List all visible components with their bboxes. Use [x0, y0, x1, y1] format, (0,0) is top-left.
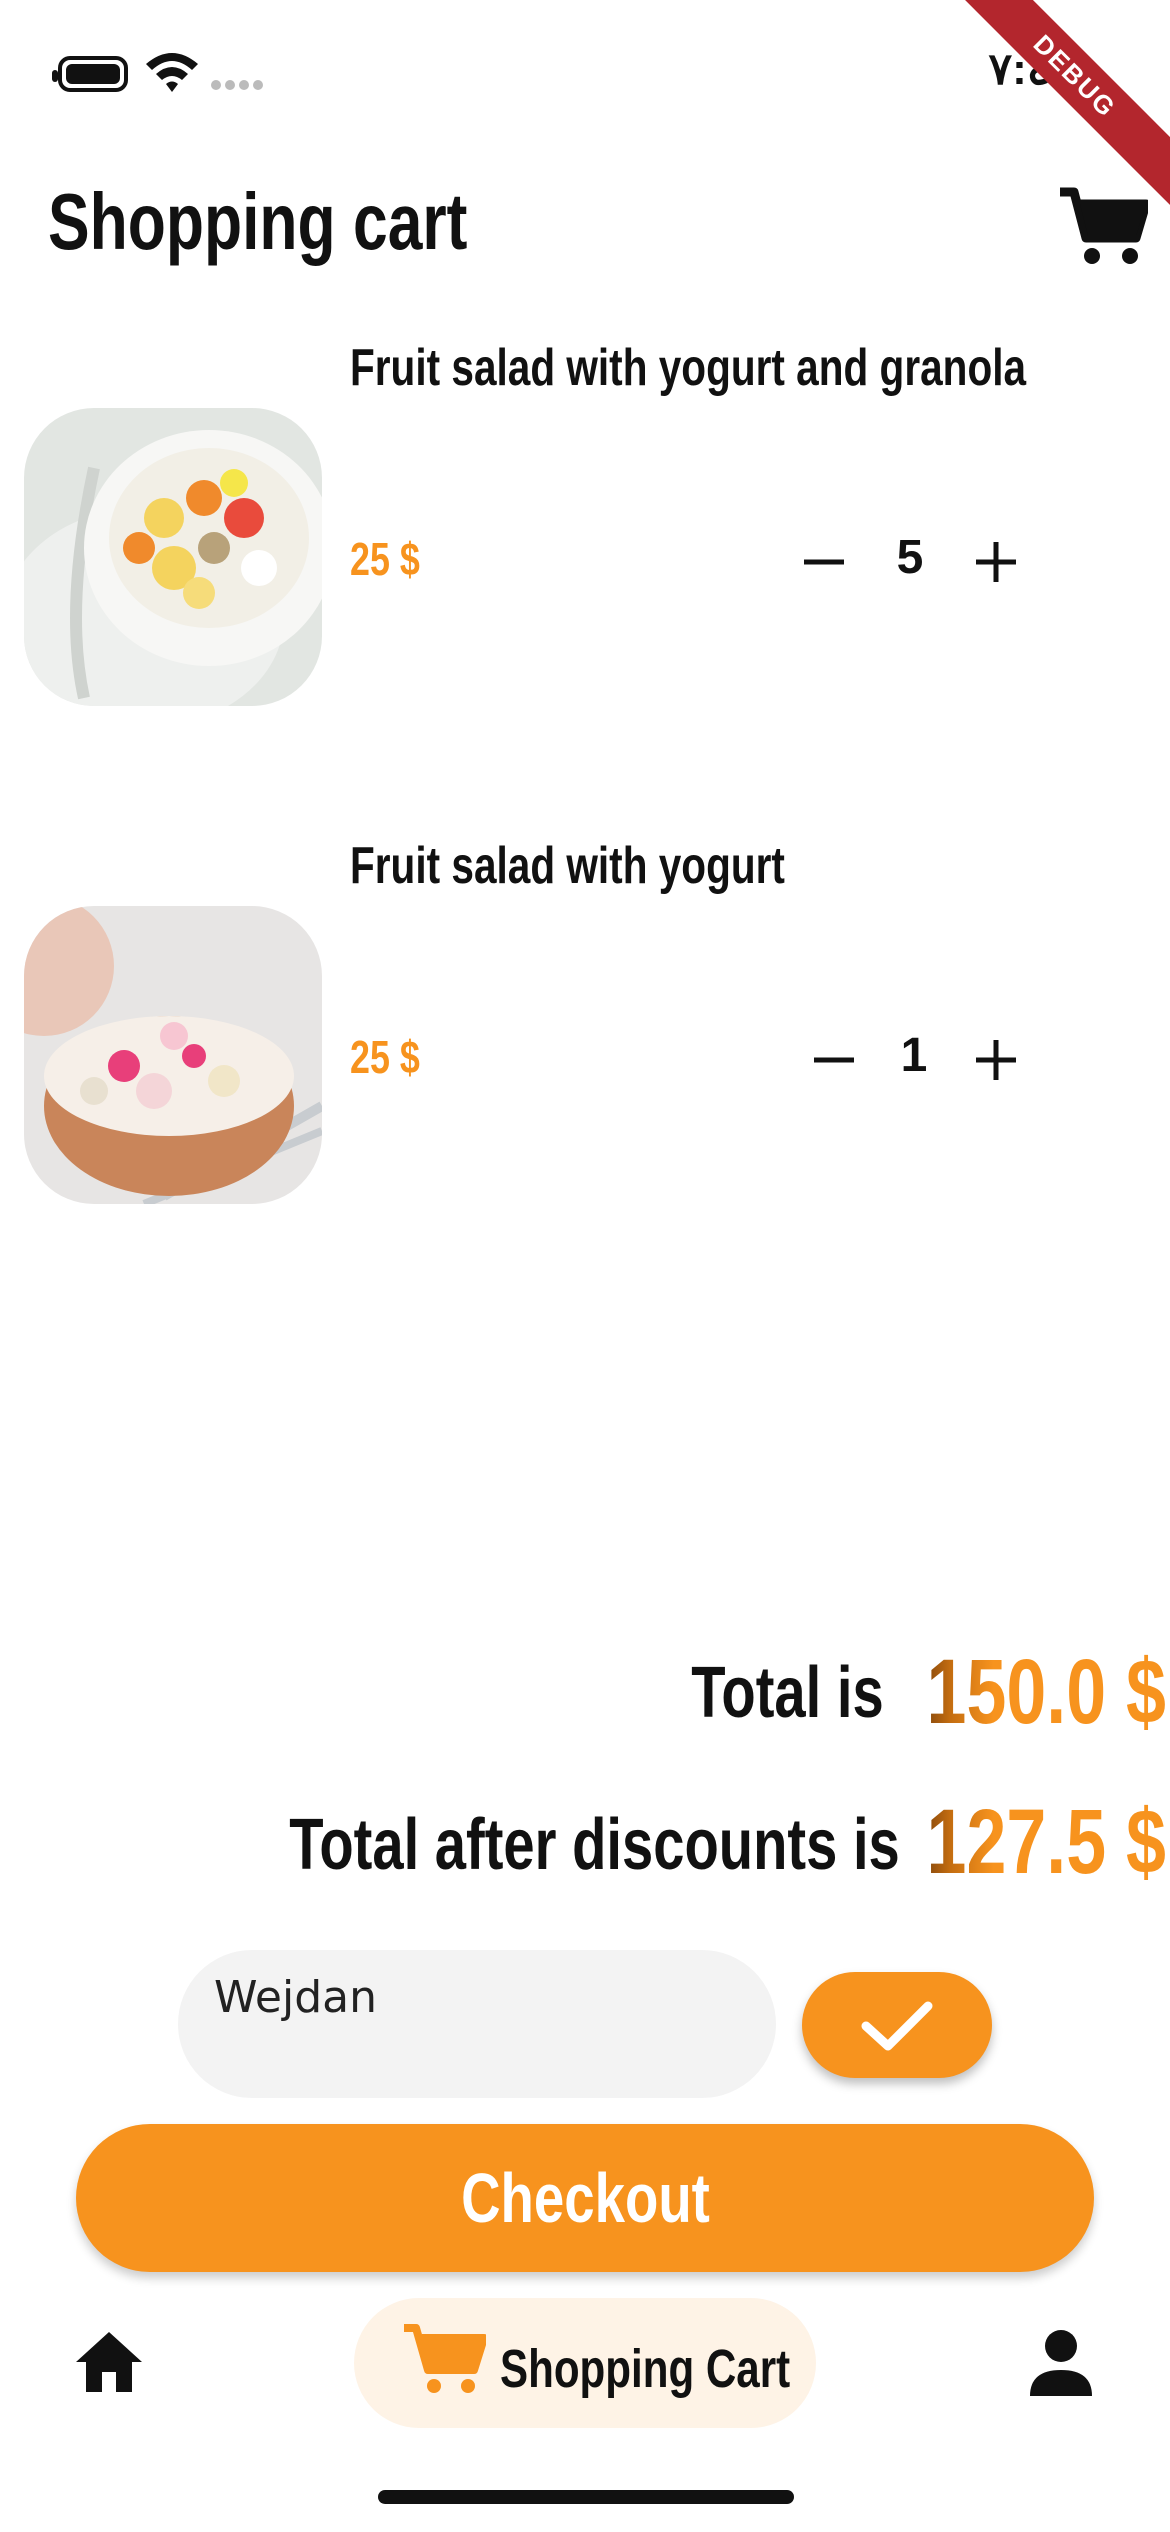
- home-icon[interactable]: [74, 2330, 144, 2394]
- check-icon: [861, 2001, 933, 2051]
- home-indicator: [378, 2490, 794, 2504]
- quantity-value: 1: [900, 1029, 928, 1082]
- cart-item-name: Fruit salad with yogurt: [350, 837, 785, 895]
- checkout-button[interactable]: Checkout: [76, 2124, 1094, 2272]
- decrease-quantity-button[interactable]: [806, 1032, 862, 1088]
- coupon-confirm-button[interactable]: [802, 1972, 992, 2078]
- person-icon[interactable]: [1028, 2328, 1094, 2398]
- increase-quantity-button[interactable]: [968, 1032, 1024, 1088]
- discount-total-value: 127.5 $: [926, 1791, 1166, 1893]
- debug-banner: DEBUG: [941, 0, 1170, 210]
- discount-total-label: Total after discounts is: [289, 1805, 900, 1885]
- cart-item-price: 25 $: [350, 533, 420, 585]
- cart-icon[interactable]: [1058, 186, 1148, 266]
- cart-item-price: 25 $: [350, 1031, 420, 1083]
- signal-icon: [211, 80, 263, 90]
- total-value: 150.0 $: [926, 1641, 1166, 1743]
- wifi-icon: [146, 53, 198, 92]
- cart-item-image: [24, 906, 322, 1204]
- increase-quantity-button[interactable]: [968, 534, 1024, 590]
- quantity-value: 5: [896, 531, 924, 584]
- cart-item-name: Fruit salad with yogurt and granola: [350, 339, 1027, 397]
- nav-item-label: Shopping Cart: [500, 2339, 791, 2399]
- cart-item-image: [24, 408, 322, 706]
- total-label: Total is: [691, 1653, 884, 1733]
- battery-icon: [52, 56, 128, 92]
- coupon-input[interactable]: [178, 1950, 776, 2098]
- decrease-quantity-button[interactable]: [796, 534, 852, 590]
- page-title: Shopping cart: [48, 177, 468, 266]
- cart-icon: [404, 2324, 486, 2393]
